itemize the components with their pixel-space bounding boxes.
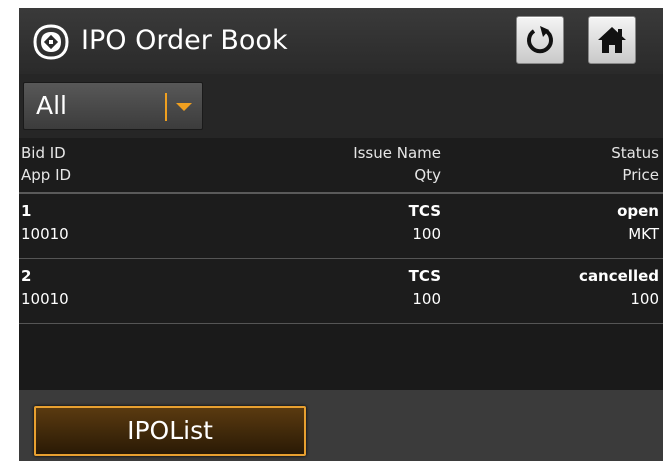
filter-bar: All [19, 74, 663, 138]
status-filter-dropdown[interactable]: All [23, 82, 203, 130]
app-logo-icon [33, 24, 69, 60]
header-status: Status [611, 144, 659, 162]
table-row[interactable]: 1 10010 TCS 100 open MKT [19, 194, 663, 259]
issue-name: TCS [408, 202, 441, 220]
dropdown-selected-value: All [36, 91, 67, 120]
table-header: Bid ID App ID Issue Name Qty Status Pric… [19, 138, 663, 194]
bid-id: 1 [21, 202, 32, 220]
qty: 100 [412, 225, 441, 243]
empty-list-area [19, 324, 663, 390]
qty: 100 [412, 290, 441, 308]
price: 100 [630, 290, 659, 308]
refresh-icon [527, 26, 553, 54]
title-bar: IPO Order Book [19, 8, 663, 74]
header-bid-id: Bid ID [21, 144, 66, 162]
price: MKT [628, 225, 659, 243]
header-price: Price [622, 166, 659, 184]
dropdown-separator [165, 93, 167, 121]
ipolist-button-label: IPOList [127, 416, 213, 445]
issue-name: TCS [408, 267, 441, 285]
table-row[interactable]: 2 10010 TCS 100 cancelled 100 [19, 259, 663, 324]
order-table: Bid ID App ID Issue Name Qty Status Pric… [19, 138, 663, 324]
app-id: 10010 [21, 225, 69, 243]
bottom-bar: IPOList [19, 390, 663, 461]
refresh-button[interactable] [516, 16, 564, 64]
header-app-id: App ID [21, 166, 72, 184]
app-id: 10010 [21, 290, 69, 308]
status: open [617, 202, 659, 220]
bid-id: 2 [21, 267, 32, 285]
page-title: IPO Order Book [81, 25, 288, 56]
home-button[interactable] [588, 16, 636, 64]
app-screen: IPO Order Book All Bid ID App ID Issue N… [19, 8, 663, 461]
ipolist-button[interactable]: IPOList [34, 406, 306, 456]
status: cancelled [579, 267, 659, 285]
home-icon [598, 27, 626, 53]
chevron-down-icon[interactable] [176, 103, 192, 111]
header-issue-name: Issue Name [353, 144, 441, 162]
header-qty: Qty [414, 166, 441, 184]
